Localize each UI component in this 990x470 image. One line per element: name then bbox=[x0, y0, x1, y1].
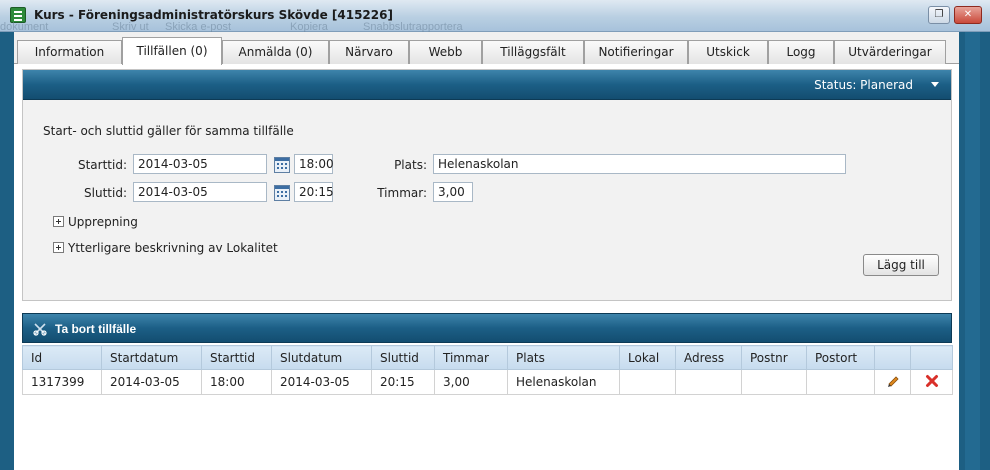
calendar-icon[interactable] bbox=[274, 185, 290, 201]
expand-plus-icon bbox=[53, 216, 64, 227]
edit-cell bbox=[874, 369, 911, 395]
table-row[interactable]: 1317399 2014-03-05 18:00 2014-03-05 20:1… bbox=[22, 369, 953, 395]
column-header[interactable]: Sluttid bbox=[371, 345, 435, 370]
add-button[interactable]: Lägg till bbox=[863, 254, 939, 276]
status-dropdown-label[interactable]: Status: Planerad bbox=[814, 78, 913, 92]
column-header[interactable]: Id bbox=[22, 345, 102, 370]
background-strip bbox=[959, 32, 990, 470]
cell-sluttid: 20:15 bbox=[371, 369, 435, 395]
column-header[interactable]: Adress bbox=[675, 345, 742, 370]
close-icon: ✕ bbox=[963, 9, 973, 20]
column-header[interactable]: Postnr bbox=[741, 345, 807, 370]
course-window: Information Tillfällen (0) Anmälda (0) N… bbox=[14, 32, 959, 470]
beskrivning-label: Ytterligare beskrivning av Lokalitet bbox=[68, 241, 278, 255]
sluttid-date-input[interactable]: 2014-03-05 bbox=[133, 182, 267, 202]
column-header bbox=[910, 345, 953, 370]
cell-postnr bbox=[741, 369, 807, 395]
cell-slutdatum: 2014-03-05 bbox=[271, 369, 372, 395]
starttid-time-input[interactable]: 18:00 bbox=[294, 154, 334, 174]
sluttid-label: Sluttid: bbox=[84, 186, 127, 200]
tab-information[interactable]: Information bbox=[17, 40, 122, 64]
tab-anmalda[interactable]: Anmälda (0) bbox=[222, 40, 329, 64]
timmar-label: Timmar: bbox=[377, 186, 427, 200]
panel-header: Status: Planerad bbox=[23, 70, 951, 100]
tab-utvarderingar[interactable]: Utvärderingar bbox=[834, 40, 946, 64]
tab-bar: Information Tillfällen (0) Anmälda (0) N… bbox=[14, 32, 959, 65]
cell-id: 1317399 bbox=[22, 369, 102, 395]
upprepning-label: Upprepning bbox=[68, 215, 138, 229]
starttid-label: Starttid: bbox=[77, 158, 127, 172]
delete-icon[interactable] bbox=[925, 374, 939, 388]
chevron-down-icon[interactable] bbox=[931, 82, 939, 87]
sluttid-time-input[interactable]: 20:15 bbox=[294, 182, 334, 202]
occasion-panel: Status: Planerad Start- och sluttid gäll… bbox=[22, 69, 952, 301]
grid-toolbar: Ta bort tillfälle bbox=[22, 313, 952, 343]
column-header bbox=[874, 345, 911, 370]
tab-tillfallen[interactable]: Tillfällen (0) bbox=[122, 37, 222, 65]
occasions-table: Id Startdatum Starttid Slutdatum Sluttid… bbox=[22, 345, 953, 395]
table-header-row: Id Startdatum Starttid Slutdatum Sluttid… bbox=[22, 345, 953, 370]
beskrivning-expander[interactable]: Ytterligare beskrivning av Lokalitet bbox=[53, 241, 278, 255]
column-header[interactable]: Startdatum bbox=[101, 345, 202, 370]
cell-startdatum: 2014-03-05 bbox=[101, 369, 202, 395]
expand-plus-icon bbox=[53, 242, 64, 253]
close-button[interactable]: ✕ bbox=[954, 6, 982, 24]
delete-occasion-button[interactable]: Ta bort tillfälle bbox=[55, 322, 136, 336]
pencil-icon[interactable] bbox=[886, 374, 900, 388]
delete-cell bbox=[910, 369, 953, 395]
window-title: Kurs - Föreningsadministratörskurs Skövd… bbox=[34, 8, 393, 22]
column-header[interactable]: Timmar bbox=[434, 345, 508, 370]
column-header[interactable]: Slutdatum bbox=[271, 345, 372, 370]
tab-narvaro[interactable]: Närvaro bbox=[329, 40, 409, 64]
title-bar: Kurs - Föreningsadministratörskurs Skövd… bbox=[0, 0, 990, 33]
cell-plats: Helenaskolan bbox=[507, 369, 620, 395]
column-header[interactable]: Plats bbox=[507, 345, 620, 370]
info-text: Start- och sluttid gäller för samma till… bbox=[43, 124, 294, 138]
scissors-icon[interactable] bbox=[33, 322, 47, 336]
column-header[interactable]: Starttid bbox=[201, 345, 272, 370]
upprepning-expander[interactable]: Upprepning bbox=[53, 215, 138, 229]
cell-timmar: 3,00 bbox=[434, 369, 508, 395]
restore-button[interactable]: ❐ bbox=[928, 6, 950, 24]
column-header[interactable]: Lokal bbox=[619, 345, 676, 370]
column-header[interactable]: Postort bbox=[806, 345, 875, 370]
restore-icon: ❐ bbox=[934, 9, 944, 20]
calendar-icon[interactable] bbox=[274, 157, 290, 173]
cell-starttid: 18:00 bbox=[201, 369, 272, 395]
cell-lokal bbox=[619, 369, 676, 395]
cell-postort bbox=[806, 369, 875, 395]
starttid-date-input[interactable]: 2014-03-05 bbox=[133, 154, 267, 174]
tab-tillaggsfalt[interactable]: Tilläggsfält bbox=[482, 40, 584, 64]
tab-logg[interactable]: Logg bbox=[768, 40, 834, 64]
plats-label: Plats: bbox=[394, 158, 427, 172]
timmar-input[interactable]: 3,00 bbox=[433, 182, 473, 202]
plats-input[interactable]: Helenaskolan bbox=[433, 154, 846, 174]
tab-webb[interactable]: Webb bbox=[409, 40, 482, 64]
tab-utskick[interactable]: Utskick bbox=[688, 40, 768, 64]
cell-adress bbox=[675, 369, 742, 395]
tab-notifieringar[interactable]: Notifieringar bbox=[584, 40, 688, 64]
